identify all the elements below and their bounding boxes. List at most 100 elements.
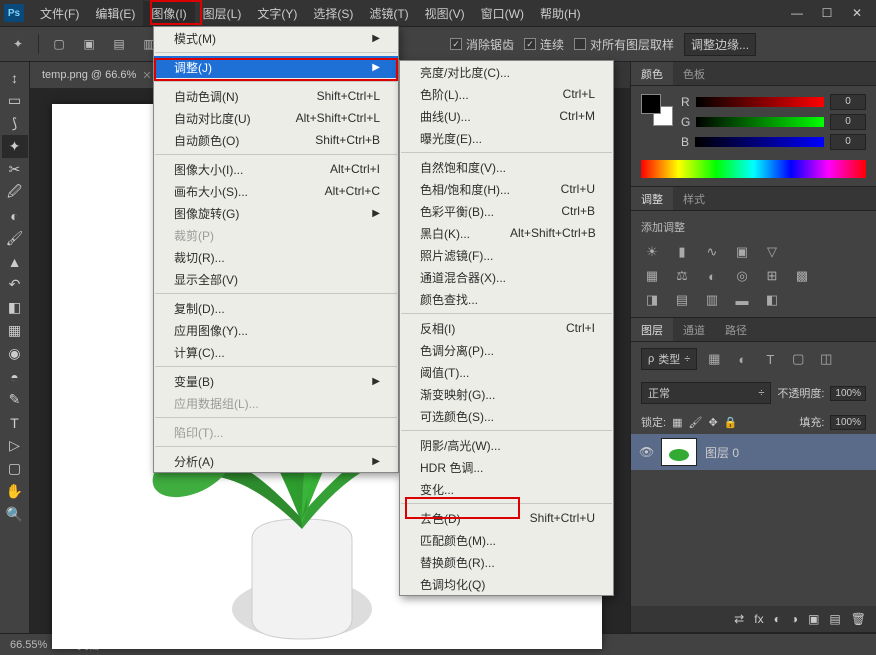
lock-transparency-icon[interactable]: ▦ bbox=[672, 416, 682, 429]
maximize-button[interactable]: ☐ bbox=[812, 3, 842, 23]
selection-subtract-icon[interactable]: ▤ bbox=[109, 34, 129, 54]
menu-item[interactable]: 匹配颜色(M)... bbox=[400, 529, 613, 551]
lock-position-icon[interactable]: ✥ bbox=[708, 416, 717, 429]
layer-thumbnail[interactable] bbox=[661, 438, 697, 466]
gradient-map-icon[interactable]: ▬ bbox=[731, 291, 753, 309]
visibility-icon[interactable]: 👁 bbox=[639, 445, 653, 459]
r-slider[interactable] bbox=[696, 97, 824, 107]
menu-item[interactable]: 色相/饱和度(H)...Ctrl+U bbox=[400, 178, 613, 200]
gradient-tool-icon[interactable]: ▦ bbox=[2, 319, 28, 342]
tab-color[interactable]: 颜色 bbox=[631, 62, 673, 85]
history-brush-tool-icon[interactable]: ↶ bbox=[2, 273, 28, 296]
exposure-icon[interactable]: ▣ bbox=[731, 243, 753, 261]
menu-item[interactable]: 模式(M)▶ bbox=[154, 27, 398, 49]
zoom-level[interactable]: 66.55% bbox=[10, 639, 47, 651]
selection-new-icon[interactable]: ▢ bbox=[49, 34, 69, 54]
filter-adjust-icon[interactable]: ◐ bbox=[731, 350, 753, 368]
selection-add-icon[interactable]: ▣ bbox=[79, 34, 99, 54]
mask-icon[interactable]: ◐ bbox=[774, 612, 781, 626]
document-tab[interactable]: temp.png @ 66.6% ✕ bbox=[30, 62, 164, 88]
curves-icon[interactable]: ∿ bbox=[701, 243, 723, 261]
menu-0[interactable]: 文件(F) bbox=[32, 1, 87, 26]
pen-tool-icon[interactable]: ✎ bbox=[2, 388, 28, 411]
lookup-icon[interactable]: ▩ bbox=[791, 267, 813, 285]
menu-6[interactable]: 滤镜(T) bbox=[361, 1, 416, 26]
close-button[interactable]: ✕ bbox=[842, 3, 872, 23]
filter-smart-icon[interactable]: ◫ bbox=[815, 350, 837, 368]
fill-value[interactable]: 100% bbox=[830, 415, 866, 430]
lasso-tool-icon[interactable]: ⟆ bbox=[2, 112, 28, 135]
crop-tool-icon[interactable]: ✂ bbox=[2, 158, 28, 181]
menu-item[interactable]: 自然饱和度(V)... bbox=[400, 156, 613, 178]
lock-pixels-icon[interactable]: 🖌 bbox=[688, 416, 702, 429]
opacity-value[interactable]: 100% bbox=[830, 386, 866, 401]
menu-item[interactable]: 色阶(L)...Ctrl+L bbox=[400, 83, 613, 105]
menu-item[interactable]: 自动对比度(U)Alt+Shift+Ctrl+L bbox=[154, 107, 398, 129]
menu-1[interactable]: 编辑(E) bbox=[87, 1, 143, 26]
tab-styles[interactable]: 样式 bbox=[673, 187, 715, 210]
filter-icon[interactable]: ◎ bbox=[731, 267, 753, 285]
type-tool-icon[interactable]: T bbox=[2, 411, 28, 434]
magic-wand-tool-icon[interactable]: ✦ bbox=[2, 135, 28, 158]
hand-tool-icon[interactable]: ✋ bbox=[2, 480, 28, 503]
vibrance-icon[interactable]: ▽ bbox=[761, 243, 783, 261]
marquee-tool-icon[interactable]: ▭ bbox=[2, 89, 28, 112]
filter-pixel-icon[interactable]: ▦ bbox=[703, 350, 725, 368]
menu-item[interactable]: 替换颜色(R)... bbox=[400, 551, 613, 573]
menu-item[interactable]: 调整(J)▶ bbox=[154, 56, 398, 78]
refine-edge-button[interactable]: 调整边缘... bbox=[684, 33, 756, 56]
layer-filter-type[interactable]: ρ 类型 ÷ bbox=[641, 348, 697, 370]
g-value[interactable]: 0 bbox=[830, 114, 866, 130]
menu-item[interactable]: 自动色调(N)Shift+Ctrl+L bbox=[154, 85, 398, 107]
fx-icon[interactable]: fx bbox=[754, 612, 763, 626]
mixer-icon[interactable]: ⊞ bbox=[761, 267, 783, 285]
menu-item[interactable]: 色调均化(Q) bbox=[400, 573, 613, 595]
dodge-tool-icon[interactable]: ◓ bbox=[2, 365, 28, 388]
menu-item[interactable]: 自动颜色(O)Shift+Ctrl+B bbox=[154, 129, 398, 151]
move-tool-icon[interactable]: ↕ bbox=[2, 66, 28, 89]
link-icon[interactable]: ⇄ bbox=[734, 612, 744, 626]
menu-item[interactable]: 色调分离(P)... bbox=[400, 339, 613, 361]
shape-tool-icon[interactable]: ▢ bbox=[2, 457, 28, 480]
selective-icon[interactable]: ◧ bbox=[761, 291, 783, 309]
b-slider[interactable] bbox=[695, 137, 824, 147]
new-layer-icon[interactable]: ▤ bbox=[829, 612, 840, 626]
menu-8[interactable]: 窗口(W) bbox=[473, 1, 532, 26]
menu-item[interactable]: 阴影/高光(W)... bbox=[400, 434, 613, 456]
blend-mode-select[interactable]: 正常÷ bbox=[641, 382, 771, 404]
menu-item[interactable]: 变量(B)▶ bbox=[154, 370, 398, 392]
adjustment-layer-icon[interactable]: ◑ bbox=[791, 612, 798, 626]
menu-item[interactable]: 画布大小(S)...Alt+Ctrl+C bbox=[154, 180, 398, 202]
eyedropper-tool-icon[interactable]: 🖉 bbox=[2, 181, 28, 204]
menu-item[interactable]: 反相(I)Ctrl+I bbox=[400, 317, 613, 339]
menu-4[interactable]: 文字(Y) bbox=[249, 1, 305, 26]
menu-2[interactable]: 图像(I) bbox=[143, 1, 194, 26]
lock-all-icon[interactable]: 🔒 bbox=[724, 416, 738, 429]
menu-item[interactable]: 可选颜色(S)... bbox=[400, 405, 613, 427]
r-value[interactable]: 0 bbox=[830, 94, 866, 110]
menu-item[interactable]: 分析(A)▶ bbox=[154, 450, 398, 472]
bw-icon[interactable]: ◐ bbox=[701, 267, 723, 285]
zoom-tool-icon[interactable]: 🔍 bbox=[2, 503, 28, 526]
filter-shape-icon[interactable]: ▢ bbox=[787, 350, 809, 368]
menu-item[interactable]: 颜色查找... bbox=[400, 288, 613, 310]
eraser-tool-icon[interactable]: ◧ bbox=[2, 296, 28, 319]
tab-layers[interactable]: 图层 bbox=[631, 318, 673, 341]
posterize-icon[interactable]: ▤ bbox=[671, 291, 693, 309]
layer-row[interactable]: 👁 图层 0 bbox=[631, 434, 876, 470]
antialias-checkbox[interactable]: ✓消除锯齿 bbox=[450, 36, 514, 53]
tab-adjustments[interactable]: 调整 bbox=[631, 187, 673, 210]
menu-item[interactable]: 计算(C)... bbox=[154, 341, 398, 363]
b-value[interactable]: 0 bbox=[830, 134, 866, 150]
menu-item[interactable]: 图像旋转(G)▶ bbox=[154, 202, 398, 224]
invert-icon[interactable]: ◨ bbox=[641, 291, 663, 309]
menu-item[interactable]: 阈值(T)... bbox=[400, 361, 613, 383]
brush-tool-icon[interactable]: 🖌 bbox=[2, 227, 28, 250]
tab-channels[interactable]: 通道 bbox=[673, 318, 715, 341]
close-tab-icon[interactable]: ✕ bbox=[142, 69, 151, 82]
menu-item[interactable]: 去色(D)Shift+Ctrl+U bbox=[400, 507, 613, 529]
menu-item[interactable]: 曝光度(E)... bbox=[400, 127, 613, 149]
minimize-button[interactable]: — bbox=[782, 3, 812, 23]
menu-item[interactable]: 显示全部(V) bbox=[154, 268, 398, 290]
hue-icon[interactable]: ▦ bbox=[641, 267, 663, 285]
